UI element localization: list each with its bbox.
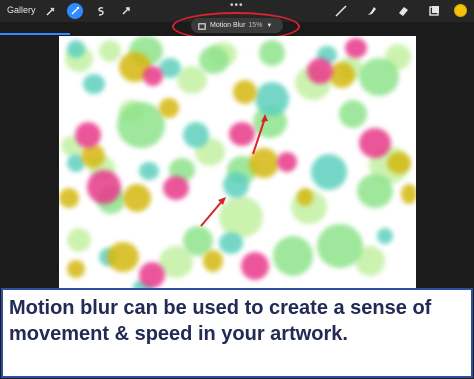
dot	[311, 154, 347, 190]
active-tool-indicator	[0, 33, 70, 35]
dot	[67, 228, 91, 252]
dot	[139, 162, 159, 180]
dot	[277, 152, 297, 172]
dot	[87, 170, 121, 204]
dot	[317, 224, 363, 268]
dot	[255, 82, 289, 116]
layers-icon[interactable]	[426, 3, 442, 19]
dot	[143, 66, 163, 86]
dot	[297, 188, 313, 206]
red-arrow-diagonal	[200, 197, 226, 227]
red-arrow-up	[252, 114, 268, 155]
dot	[163, 176, 189, 200]
gallery-button[interactable]: Gallery	[7, 5, 36, 15]
dot	[233, 80, 257, 104]
dot	[359, 128, 391, 158]
dot	[59, 188, 79, 208]
dot	[67, 260, 85, 278]
wrench-icon[interactable]	[42, 3, 58, 19]
dot	[159, 98, 179, 118]
transform-icon[interactable]	[118, 3, 134, 19]
dot	[259, 40, 285, 66]
dot	[123, 184, 151, 212]
dot	[67, 40, 85, 58]
dot	[401, 184, 416, 204]
selection-icon[interactable]	[93, 3, 109, 19]
dot	[359, 58, 399, 96]
dot	[203, 250, 223, 272]
dot	[199, 46, 229, 74]
dot	[219, 232, 243, 254]
smudge-icon[interactable]	[364, 3, 380, 19]
eraser-icon[interactable]	[395, 3, 411, 19]
caption-text: Motion blur can be used to create a sens…	[9, 297, 432, 345]
dot	[139, 262, 165, 288]
artwork-canvas[interactable]	[59, 36, 416, 288]
dot	[357, 174, 393, 208]
magic-wand-icon[interactable]	[67, 3, 83, 19]
dot	[177, 66, 207, 94]
dot	[107, 242, 139, 272]
dot	[241, 252, 269, 280]
dot	[83, 74, 105, 94]
dot	[377, 228, 393, 244]
dot	[99, 40, 121, 62]
dot	[273, 236, 313, 276]
dot	[183, 122, 209, 148]
dot	[387, 152, 411, 174]
dot	[345, 38, 367, 58]
dot	[329, 62, 355, 88]
dot	[307, 58, 333, 84]
dot	[339, 100, 367, 128]
color-swatch[interactable]	[454, 4, 467, 17]
brush-icon[interactable]	[333, 3, 349, 19]
more-options-icon[interactable]: •••	[230, 0, 244, 11]
caption-box: Motion blur can be used to create a sens…	[1, 288, 473, 378]
dot	[75, 122, 101, 148]
dot	[117, 102, 165, 148]
